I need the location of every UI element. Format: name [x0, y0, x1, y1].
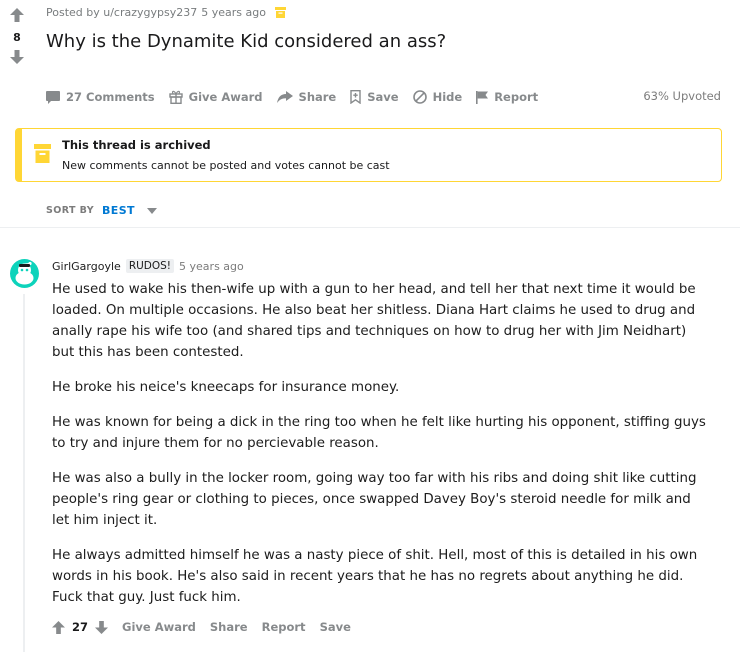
report-button[interactable]: Report [476, 90, 538, 104]
comment-paragraph: He broke his neice's kneecaps for insura… [52, 380, 400, 395]
chevron-down-icon[interactable] [146, 207, 157, 214]
hide-label: Hide [432, 90, 463, 104]
comment-body: He used to wake his then-wife up with a … [52, 279, 712, 622]
post-action-bar: 27 Comments Give Award Share Save Hide R… [46, 87, 538, 107]
comment-vote: 27 [52, 620, 109, 634]
comment-paragraph: He was known for being a dick in the rin… [52, 415, 706, 451]
comments-label: 27 Comments [66, 90, 155, 104]
sort-dropdown[interactable]: BEST [102, 204, 135, 217]
bookmark-icon [350, 90, 361, 104]
comment-paragraph: He used to wake his then-wife up with a … [52, 282, 696, 360]
comment-meta: GirlGargoyle RUDOS! 5 years ago [52, 259, 244, 273]
comment-report-button[interactable]: Report [262, 620, 306, 634]
post-vote-column: 8 [0, 0, 34, 76]
avatar[interactable] [10, 259, 39, 288]
downvote-arrow-icon[interactable] [10, 50, 24, 64]
downvote-arrow-icon[interactable] [95, 620, 109, 634]
share-button[interactable]: Share [276, 90, 337, 104]
post-title[interactable]: Why is the Dynamite Kid considered an as… [46, 31, 446, 52]
flag-icon [476, 90, 489, 104]
comment-paragraph: He always admitted himself he was a nast… [52, 548, 698, 605]
comment-paragraph: He was also a bully in the locker room, … [52, 471, 697, 528]
save-button[interactable]: Save [350, 90, 399, 104]
sort-control: SORT BY BEST [46, 204, 157, 217]
archived-title: This thread is archived [62, 138, 211, 152]
post-time[interactable]: 5 years ago [201, 6, 266, 19]
archive-box-icon [274, 7, 286, 18]
comment-author[interactable]: GirlGargoyle [52, 260, 121, 273]
share-arrow-icon [276, 90, 293, 103]
sort-label: SORT BY [46, 205, 94, 216]
comments-button[interactable]: 27 Comments [46, 90, 155, 104]
comment-save-button[interactable]: Save [320, 620, 351, 634]
give-award-button[interactable]: Give Award [168, 90, 263, 104]
report-label: Report [494, 90, 539, 104]
upvoted-percentage: 63% Upvoted [643, 89, 721, 103]
comment-share-button[interactable]: Share [210, 620, 248, 634]
comment-time[interactable]: 5 years ago [179, 260, 244, 273]
upvote-arrow-icon[interactable] [10, 8, 24, 22]
upvote-arrow-icon[interactable] [52, 620, 65, 634]
posted-by[interactable]: Posted by u/crazygypsy237 [46, 6, 197, 19]
give-award-label: Give Award [188, 90, 263, 104]
archive-box-icon [34, 144, 51, 163]
post-meta: Posted by u/crazygypsy237 5 years ago [46, 6, 286, 19]
user-flair: RUDOS! [125, 259, 175, 273]
comment-score: 27 [72, 620, 89, 634]
section-divider [0, 227, 740, 228]
comment-bubble-icon [46, 90, 60, 104]
gift-icon [168, 90, 183, 104]
post-score: 8 [13, 31, 21, 44]
comment-give-award-button[interactable]: Give Award [122, 620, 196, 634]
thread-line[interactable] [23, 294, 25, 652]
hide-button[interactable]: Hide [412, 90, 463, 104]
comment-action-bar: 27 Give Award Share Report Save [52, 620, 351, 634]
share-label: Share [298, 90, 337, 104]
archived-notice: This thread is archived New comments can… [15, 128, 722, 182]
save-label: Save [367, 90, 399, 104]
archived-subtitle: New comments cannot be posted and votes … [62, 159, 390, 172]
hide-circle-icon [412, 90, 427, 104]
